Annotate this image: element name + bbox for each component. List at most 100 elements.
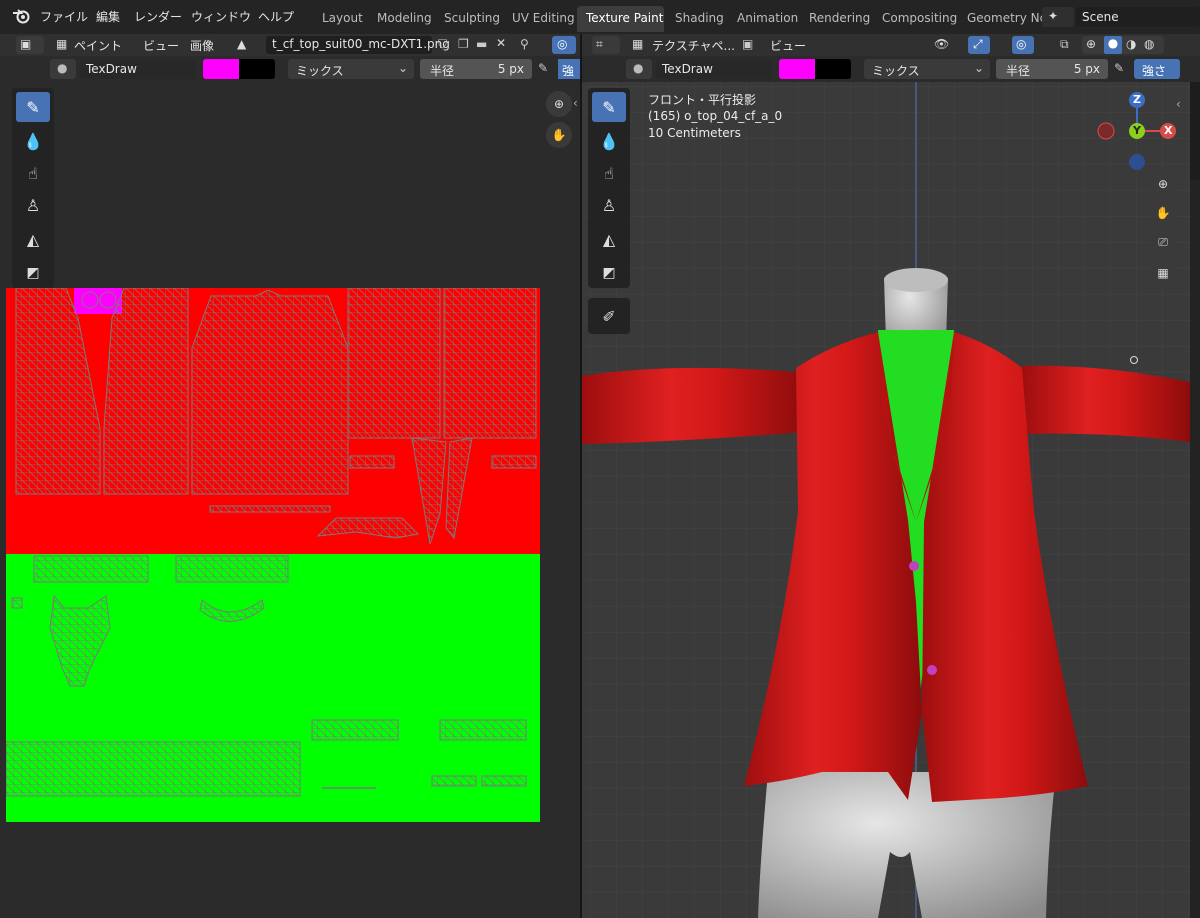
fill-tool[interactable]: ◭ — [16, 224, 50, 254]
mode-dropdown[interactable]: テクスチャペ... — [652, 37, 735, 54]
gizmo-toggle-button[interactable]: ⤢ — [968, 36, 990, 54]
soften-icon: 💧 — [23, 131, 43, 151]
image-name-field[interactable]: t_cf_top_suit00_mc-DXT1.png — [266, 36, 450, 54]
soften-icon: 💧 — [599, 131, 619, 151]
mask-tool[interactable]: ◩ — [16, 258, 50, 288]
menu-edit[interactable]: 編集 — [96, 8, 120, 25]
scene-selector-button[interactable]: ✦ — [1042, 7, 1074, 27]
image-browse-icon[interactable]: ▲ — [237, 37, 246, 51]
zoom-icon: ⊕ — [1157, 177, 1169, 191]
view-options-icon[interactable]: ▣ — [742, 37, 753, 51]
soften-tool[interactable]: 💧 — [16, 126, 50, 156]
editor-type-button[interactable]: ▣ — [16, 36, 44, 54]
pin-icon[interactable]: ⚲ — [520, 37, 529, 51]
overlay-icon: ◎ — [1016, 37, 1027, 51]
brush-name-field[interactable]: TexDraw — [656, 59, 772, 79]
tab-shading[interactable]: Shading — [675, 11, 724, 25]
checker-icon: ▦ — [56, 37, 68, 51]
clone-tool[interactable]: ♙ — [16, 190, 50, 220]
clone-tool[interactable]: ♙ — [592, 190, 626, 220]
tab-uv-editing[interactable]: UV Editing — [512, 11, 575, 25]
tab-geometry-nodes[interactable]: Geometry Nc — [967, 11, 1046, 25]
secondary-color-swatch[interactable] — [815, 59, 851, 79]
zoom-button[interactable]: ⊕ — [546, 91, 572, 117]
shading-mode-group: ⊕ ● ◑ ◍ — [1082, 36, 1164, 54]
pressure-icon[interactable]: ✎ — [538, 61, 548, 75]
viewport-canvas[interactable] — [582, 82, 1190, 918]
navigation-gizmo[interactable]: Z Y X — [1094, 90, 1180, 176]
primary-color-swatch[interactable] — [779, 59, 815, 79]
view-menu[interactable]: ビュー — [143, 37, 179, 54]
draw-tool[interactable]: ✎ — [592, 92, 626, 122]
blend-mode-dropdown[interactable]: ミックス ⌄ — [864, 59, 990, 79]
tab-modeling[interactable]: Modeling — [377, 11, 432, 25]
annotate-tool[interactable]: ✐ — [588, 298, 630, 334]
overlay-toggle-button[interactable]: ◎ — [1012, 36, 1034, 54]
brush-icon: ● — [57, 61, 68, 75]
image-menu[interactable]: 画像 — [190, 37, 214, 54]
pan-button[interactable]: ✋ — [1150, 200, 1176, 226]
sidebar-toggle-icon[interactable]: ‹ — [573, 96, 578, 110]
blend-mode-label: ミックス — [872, 64, 920, 78]
clone-stamp-icon: ♙ — [601, 195, 617, 215]
secondary-color-swatch[interactable] — [239, 59, 275, 79]
visibility-icon[interactable]: 👁 — [934, 37, 949, 51]
zoom-button[interactable]: ⊕ — [1150, 171, 1176, 197]
soften-tool[interactable]: 💧 — [592, 126, 626, 156]
draw-tool[interactable]: ✎ — [16, 92, 50, 122]
mode-dropdown[interactable]: ペイント — [74, 37, 122, 54]
duplicate-icon[interactable]: ❐ — [458, 37, 469, 51]
tab-texture-paint[interactable]: Texture Paint — [586, 11, 663, 25]
scene-field[interactable]: Scene — [1076, 7, 1200, 27]
menu-window[interactable]: ウィンドウ — [191, 8, 251, 25]
strength-slider[interactable]: 強さ — [1134, 59, 1180, 79]
menu-help[interactable]: ヘルプ — [258, 8, 294, 25]
fake-user-icon[interactable]: ⛉ — [438, 37, 447, 52]
menu-render[interactable]: レンダー — [134, 8, 182, 25]
solid-icon[interactable]: ● — [1104, 36, 1122, 54]
grid-scale-label: 10 Centimeters — [648, 126, 741, 140]
open-folder-icon[interactable]: ▬ — [476, 37, 487, 51]
blend-mode-dropdown[interactable]: ミックス ⌄ — [288, 59, 414, 79]
pan-button[interactable]: ✋ — [546, 122, 572, 148]
mask-tool[interactable]: ◩ — [592, 258, 626, 288]
active-object-label: (165) o_top_04_cf_a_0 — [648, 109, 783, 123]
tab-layout[interactable]: Layout — [322, 11, 363, 25]
sidebar-toggle-icon[interactable]: ‹ — [1176, 97, 1181, 111]
radius-slider[interactable]: 半径 5 px — [420, 59, 532, 79]
brush-name-field[interactable]: TexDraw — [80, 59, 196, 79]
fill-tool[interactable]: ◭ — [592, 224, 626, 254]
strength-slider[interactable]: 強 — [558, 59, 580, 79]
close-icon[interactable]: ✕ — [496, 36, 506, 50]
brush-preview-button[interactable]: ● — [626, 59, 652, 79]
view-menu[interactable]: ビュー — [770, 37, 806, 54]
image-editor-header: ▣ ▦ ペイント ビュー 画像 ▲ t_cf_top_suit00_mc-DXT… — [0, 34, 580, 56]
ortho-toggle-button[interactable]: ▦ — [1150, 260, 1176, 286]
editor-type-button[interactable]: ⌗ — [592, 36, 620, 54]
pressure-icon[interactable]: ✎ — [1114, 61, 1124, 75]
primary-color-swatch[interactable] — [203, 59, 239, 79]
smear-tool[interactable]: ☝ — [16, 158, 50, 188]
strength-label: 強 — [562, 64, 575, 78]
paint-brush-icon: ✎ — [26, 97, 40, 117]
tab-rendering[interactable]: Rendering — [809, 11, 870, 25]
camera-view-button[interactable]: ⎚ — [1150, 229, 1176, 255]
radius-label: 半径 — [430, 64, 455, 78]
annotate-button[interactable]: ✐ — [592, 301, 626, 331]
properties-tabs-strip[interactable] — [1190, 180, 1200, 918]
wireframe-icon[interactable]: ⊕ — [1086, 37, 1096, 51]
tab-sculpting[interactable]: Sculpting — [444, 11, 500, 25]
menu-file[interactable]: ファイル — [40, 8, 88, 25]
smear-tool[interactable]: ☝ — [592, 158, 626, 188]
brush-preview-button[interactable]: ● — [50, 59, 76, 79]
overlay-toggle-button[interactable]: ◎ — [552, 36, 576, 54]
radius-slider[interactable]: 半径 5 px — [996, 59, 1108, 79]
texture-image[interactable] — [5, 287, 540, 822]
rendered-icon[interactable]: ◍ — [1144, 37, 1154, 51]
tab-compositing[interactable]: Compositing — [882, 11, 957, 25]
clone-stamp-icon: ♙ — [25, 195, 41, 215]
material-icon[interactable]: ◑ — [1126, 37, 1136, 51]
xray-icon[interactable]: ⧉ — [1060, 37, 1069, 52]
blender-logo-icon[interactable] — [12, 8, 30, 27]
tab-animation[interactable]: Animation — [737, 11, 798, 25]
